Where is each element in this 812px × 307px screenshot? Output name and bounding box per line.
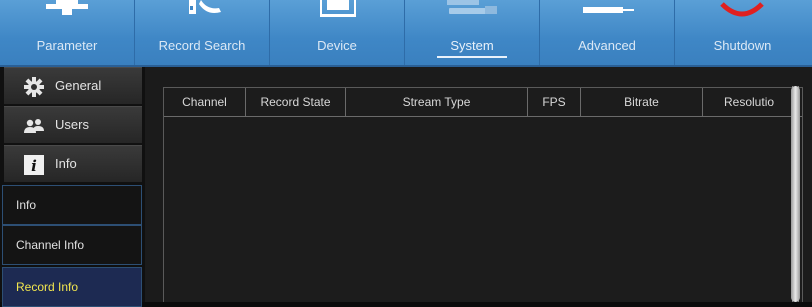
sidebar: General Users i Info Info Channel Info R…: [0, 67, 145, 307]
top-nav-bar: Parameter Record Search Device System Ad…: [0, 0, 812, 67]
advanced-icon: [583, 7, 634, 13]
tab-device[interactable]: Device: [270, 0, 405, 65]
tab-advanced[interactable]: Advanced: [540, 0, 675, 65]
column-header-bitrate: Bitrate: [581, 88, 703, 116]
gear-icon: [24, 77, 44, 97]
record-info-panel: Channel Record State Stream Type FPS Bit…: [145, 67, 812, 302]
tab-label: Record Search: [158, 38, 246, 53]
sidebar-item-channel-info[interactable]: Channel Info: [2, 225, 142, 265]
tab-label: System: [450, 38, 494, 53]
tab-label: Advanced: [578, 38, 636, 53]
column-header-resolution: Resolutio: [724, 95, 775, 109]
sidebar-group-users[interactable]: Users: [4, 106, 142, 144]
active-tab-underline: [437, 56, 507, 58]
tab-record-search[interactable]: Record Search: [135, 0, 270, 65]
users-icon: [24, 119, 44, 133]
parameter-icon: [46, 0, 88, 15]
sidebar-group-info[interactable]: i Info: [4, 145, 142, 183]
column-header-record-state: Record State: [246, 88, 346, 116]
tab-shutdown[interactable]: Shutdown: [675, 0, 810, 65]
sidebar-group-label: Users: [55, 117, 89, 132]
sidebar-item-record-info[interactable]: Record Info: [2, 267, 142, 307]
sidebar-group-label: Info: [55, 156, 77, 171]
sidebar-group-label: General: [55, 78, 102, 93]
sidebar-item-label: Info: [16, 198, 37, 212]
tab-label: Parameter: [36, 38, 98, 53]
column-header-channel: Channel: [164, 88, 246, 116]
sidebar-item-label: Channel Info: [16, 238, 85, 252]
sidebar-item-info[interactable]: Info: [2, 185, 142, 225]
record-info-table: Channel Record State Stream Type FPS Bit…: [163, 87, 803, 302]
info-icon: i: [24, 155, 44, 175]
tab-system[interactable]: System: [405, 0, 540, 65]
tab-label: Shutdown: [713, 38, 772, 53]
shutdown-icon: [720, 2, 764, 17]
svg-text:i: i: [31, 157, 37, 175]
sidebar-item-label: Record Info: [16, 280, 79, 294]
column-header-stream-type: Stream Type: [346, 88, 528, 116]
column-header-fps: FPS: [528, 88, 581, 116]
device-icon: [320, 0, 356, 17]
sidebar-group-general[interactable]: General: [4, 67, 142, 105]
scrollbar-thumb[interactable]: [791, 86, 800, 302]
table-header: Channel Record State Stream Type FPS Bit…: [164, 88, 802, 117]
system-icon: [447, 0, 497, 14]
record-search-icon: [189, 0, 221, 14]
tab-parameter[interactable]: Parameter: [0, 0, 135, 65]
tab-label: Device: [317, 38, 357, 53]
table-scrollbar[interactable]: [789, 86, 801, 302]
